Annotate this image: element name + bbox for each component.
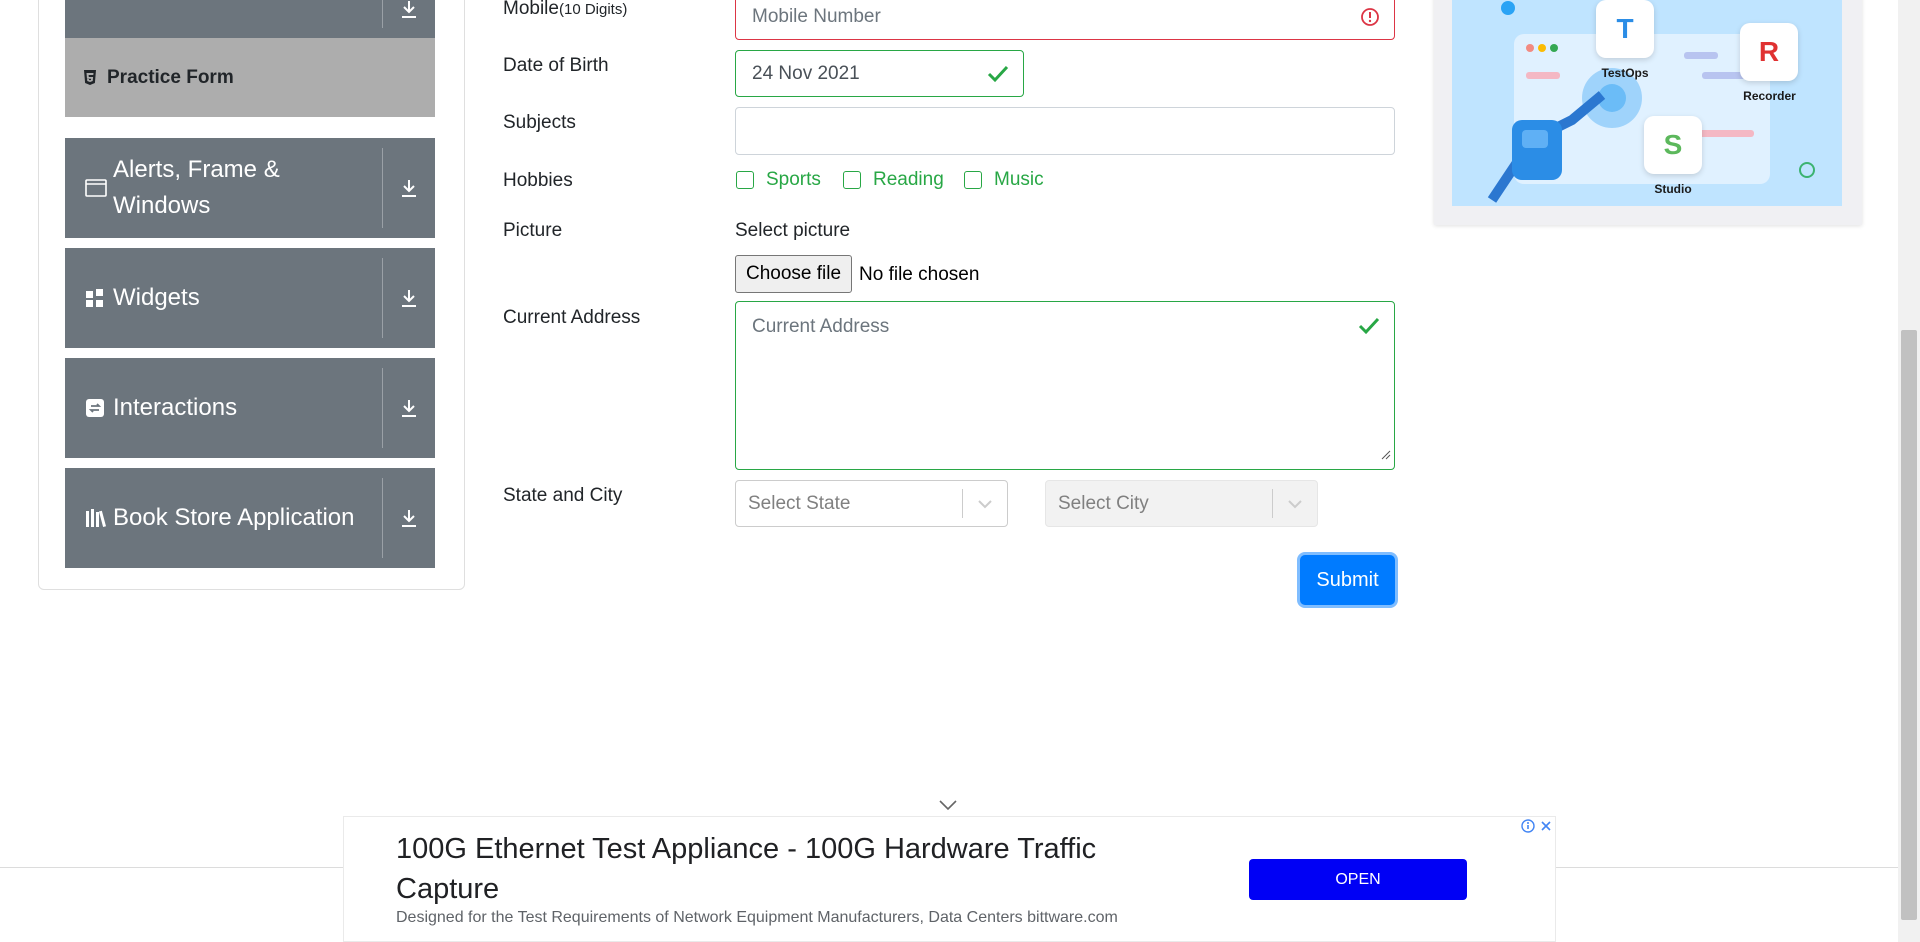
promo-banner[interactable]: T TestOps R Recorder S Studio [1452,0,1842,206]
html5-icon [83,69,107,86]
address-placeholder: Current Address [752,316,890,337]
mobile-label: Mobile(10 Digits) [503,0,628,19]
download-icon [383,0,435,38]
info-icon[interactable] [1519,817,1537,835]
subjects-label: Subjects [503,112,576,133]
widgets-icon [85,288,111,308]
group-label: Book Store Application [113,504,355,531]
hobby-reading-checkbox[interactable]: Reading [843,169,944,191]
download-icon [383,248,435,348]
submit-button[interactable]: Submit [1300,555,1395,605]
group-label: Widgets [113,284,200,311]
sidebar-group-forms[interactable] [65,0,435,38]
group-label: Interactions [113,394,238,421]
product-label: TestOps [1601,66,1649,80]
file-status: No file chosen [859,264,980,285]
subjects-input[interactable] [735,107,1395,155]
dob-value: 24 Nov 2021 [752,62,860,84]
hobby-sports-checkbox[interactable]: Sports [736,169,821,191]
practice-form-label: Practice Form [107,66,234,88]
ad-banner[interactable]: 100G Ethernet Test Appliance - 100G Hard… [343,816,1556,942]
scrollbar-thumb[interactable] [1901,330,1917,920]
interactions-icon [85,398,111,418]
chevron-down-icon [1273,499,1317,509]
books-icon [85,508,111,528]
product-label: Recorder [1743,89,1796,103]
choose-file-button[interactable]: Choose file [735,255,853,293]
city-select[interactable]: Select City [1045,480,1318,527]
studio-logo: S [1644,116,1702,174]
resize-handle[interactable] [1381,444,1391,466]
recorder-logo: R [1740,23,1798,81]
check-icon [987,64,1009,84]
product-label: Studio [1654,182,1692,196]
download-icon [383,468,435,568]
sidebar-item-practice-form[interactable]: Practice Form [65,38,435,117]
sidebar-group-interactions[interactable]: Interactions [65,358,435,458]
dob-input[interactable]: 24 Nov 2021 [735,50,1024,97]
picture-label: Picture [503,220,563,241]
state-select[interactable]: Select State [735,480,1008,527]
download-icon [383,358,435,458]
sidebar-group-widgets[interactable]: Widgets [65,248,435,348]
close-icon[interactable] [1537,817,1555,835]
select-picture-label: Select picture [735,220,851,241]
testops-logo: T [1596,0,1654,58]
group-label-line1: Alerts, Frame & [113,156,280,183]
current-address-textarea[interactable]: Current Address [735,301,1395,470]
error-icon [1360,7,1380,27]
chevron-down-icon[interactable] [938,798,958,816]
state-city-label: State and City [503,485,623,506]
mobile-placeholder: Mobile Number [752,5,881,27]
ad-open-button[interactable]: OPEN [1249,859,1467,900]
ad-title[interactable]: 100G Ethernet Test Appliance - 100G Hard… [396,829,1176,909]
chevron-down-icon [963,499,1007,509]
dob-label: Date of Birth [503,55,609,76]
sidebar-group-alerts[interactable]: Alerts, Frame & Windows [65,138,435,238]
hobbies-label: Hobbies [503,170,573,191]
download-icon [383,138,435,238]
current-address-label: Current Address [503,307,641,328]
group-label-line2: Windows [113,192,211,219]
mobile-input[interactable]: Mobile Number [735,0,1395,40]
check-icon [1358,316,1380,336]
window-icon [85,179,111,197]
ad-description: Designed for the Test Requirements of Ne… [396,909,1118,926]
sidebar-group-bookstore[interactable]: Book Store Application [65,468,435,568]
hobby-music-checkbox[interactable]: Music [964,169,1044,191]
